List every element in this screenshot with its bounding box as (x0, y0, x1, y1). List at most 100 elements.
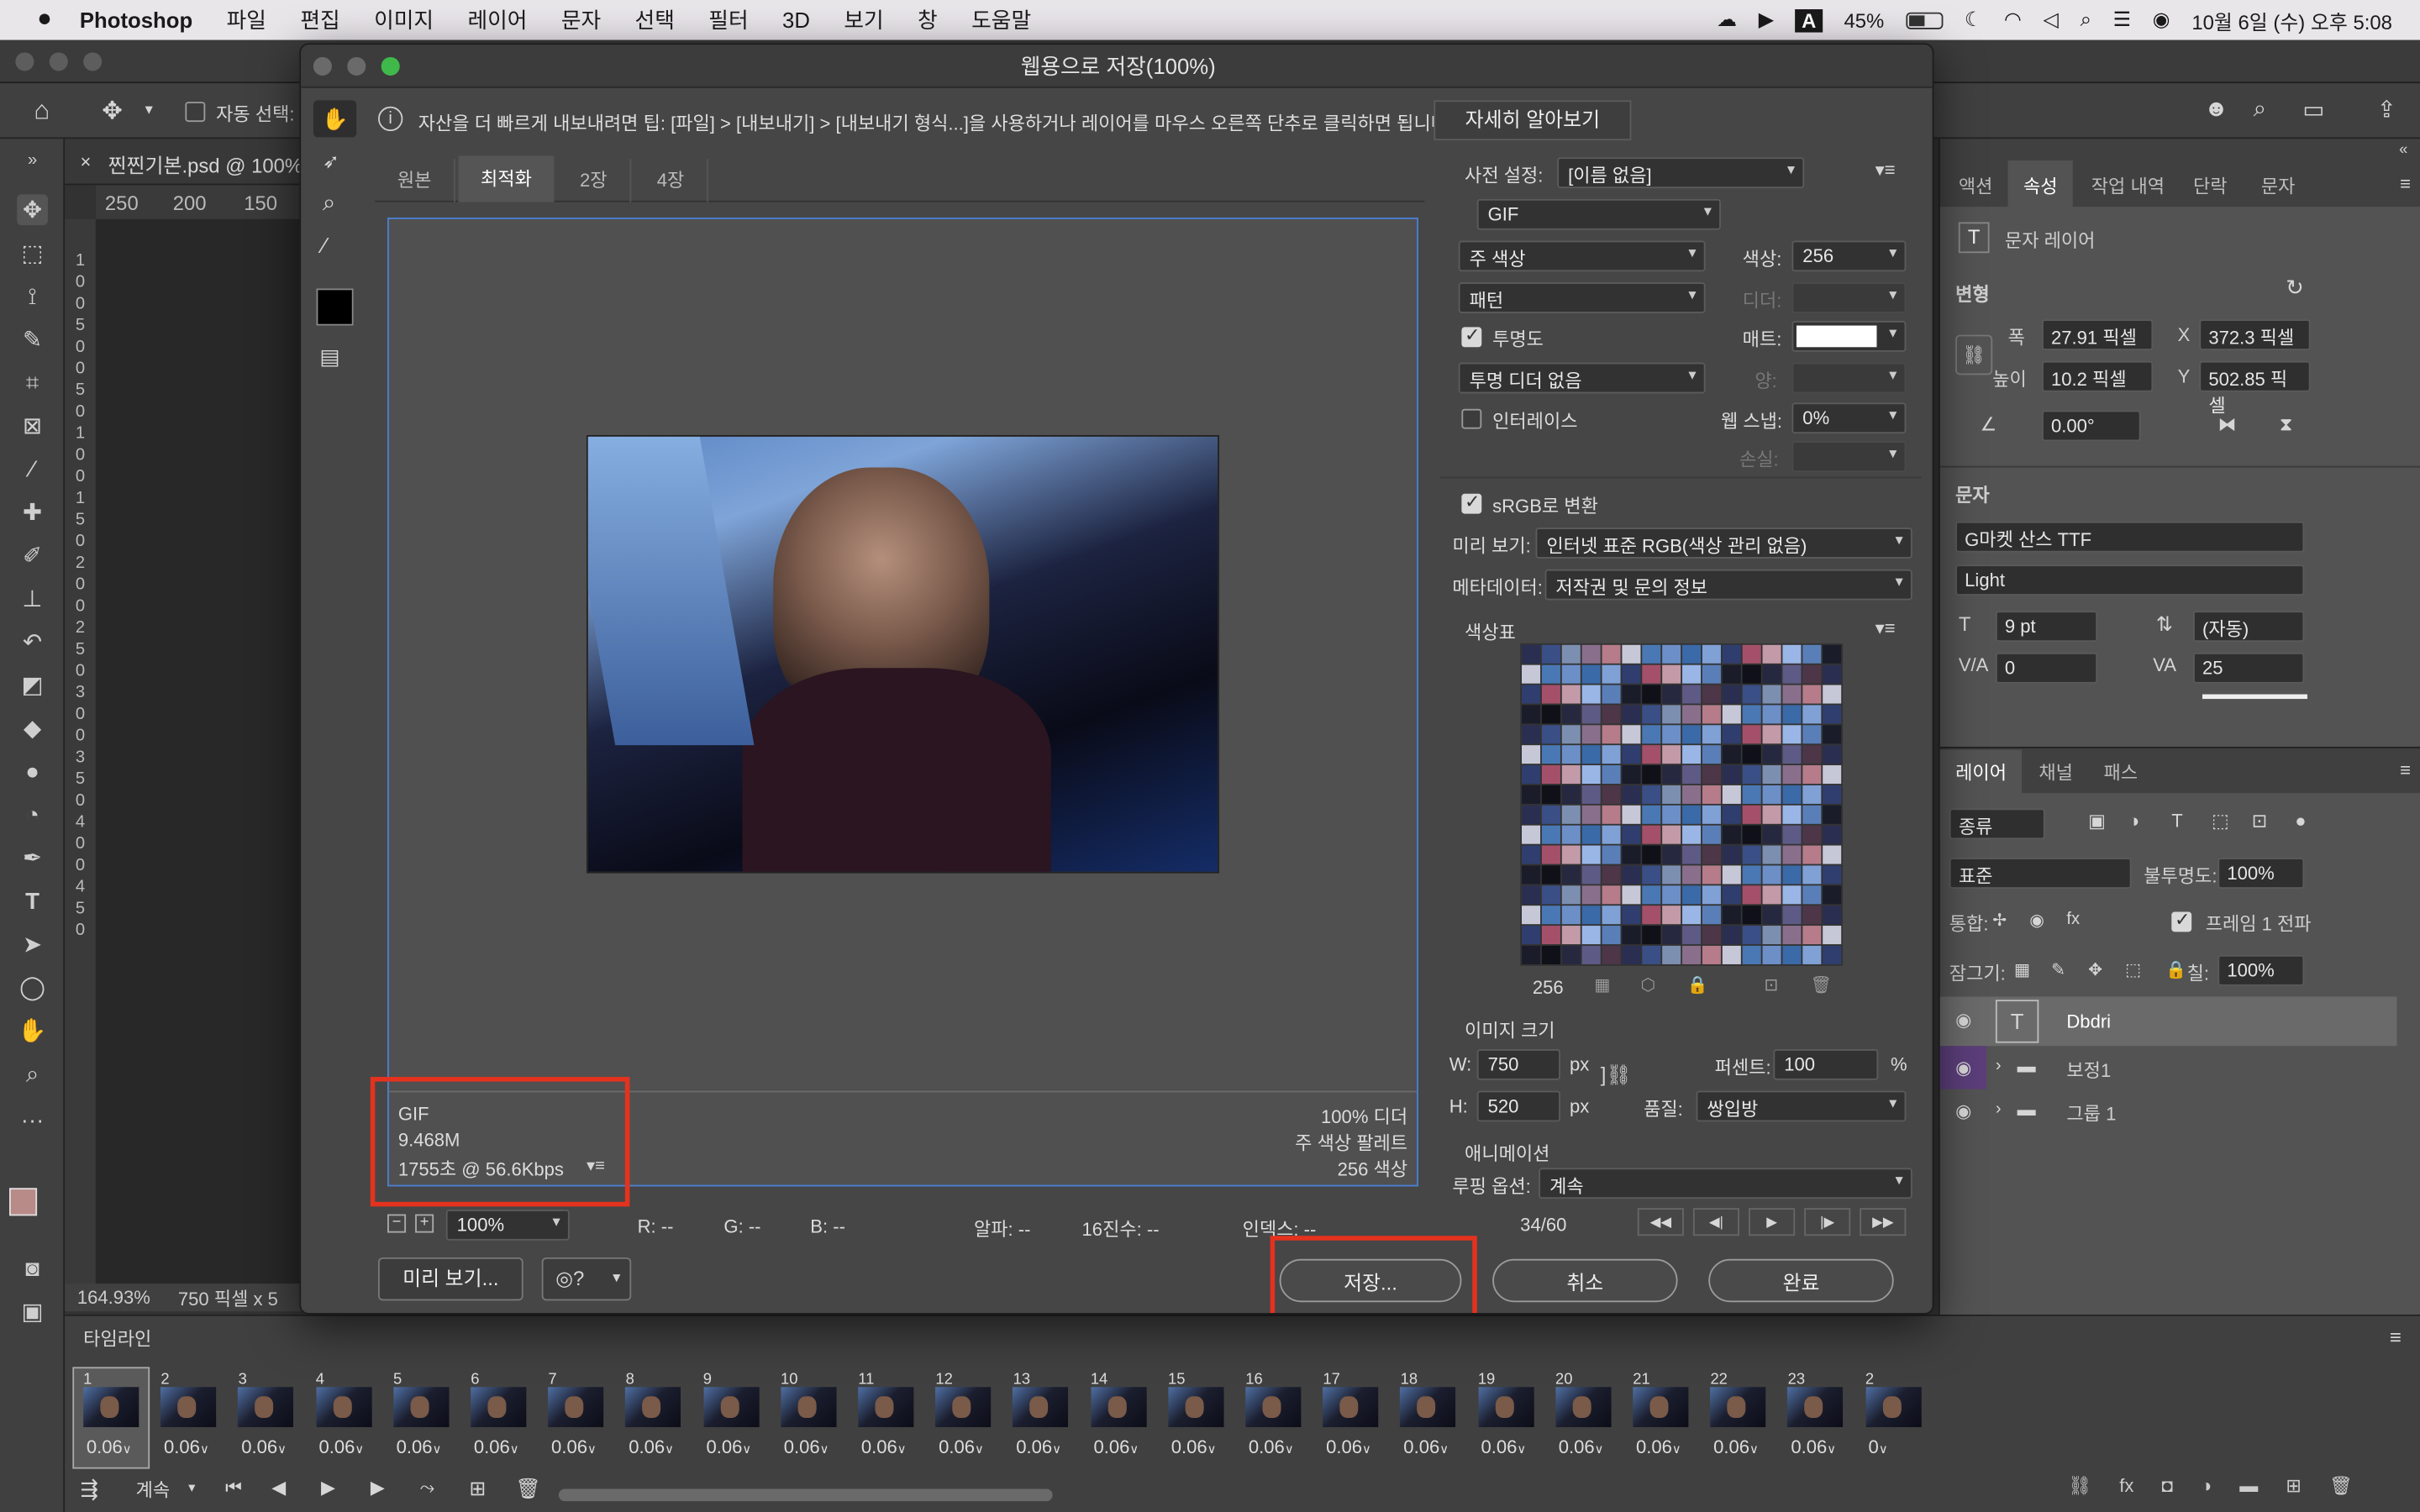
filter-shape-icon[interactable]: ⬚ (2212, 810, 2229, 832)
color-swatch[interactable] (1722, 805, 1741, 824)
duplicate-frame-icon[interactable]: ⊞ (469, 1477, 486, 1501)
color-swatch[interactable] (1722, 725, 1741, 744)
color-swatch[interactable] (1782, 926, 1802, 945)
layer-row[interactable]: ◉ › ▬ 보정1 (1939, 1046, 2397, 1089)
play-icon[interactable]: ▶ (321, 1477, 335, 1499)
color-swatch[interactable] (1602, 725, 1621, 744)
flip-horizontal-icon[interactable]: ⧓ (2217, 413, 2236, 435)
frame-delay[interactable]: 0.06∨ (241, 1436, 287, 1458)
frame-thumbnail[interactable] (315, 1387, 371, 1427)
expand-group-icon[interactable]: › (1996, 1057, 2002, 1075)
menu-layer[interactable]: 레이어 (467, 5, 527, 36)
timeline-frame[interactable]: 6 0.06∨ (461, 1368, 535, 1467)
colors-select[interactable]: 256 ▾ (1791, 240, 1907, 272)
eye-icon[interactable]: ◉ (1955, 1100, 1971, 1122)
lock-position-icon[interactable]: ✥ (2088, 959, 2102, 979)
character-section-title[interactable]: 문자 (1955, 481, 1990, 507)
metadata-select[interactable]: 저작권 및 문의 정보 ▾ (1544, 569, 1912, 601)
color-swatch[interactable] (1581, 664, 1601, 684)
color-swatch[interactable] (1823, 805, 1842, 824)
move-tool[interactable]: ✥ (17, 194, 48, 226)
link-icon[interactable]: ⛓ (1955, 334, 1993, 375)
lock-pixels-icon[interactable]: ▦ (2014, 959, 2030, 979)
color-swatch[interactable] (1742, 745, 1761, 764)
color-swatch[interactable] (1522, 845, 1541, 864)
frame-delay[interactable]: 0.06∨ (784, 1436, 829, 1458)
image-height-field[interactable]: 520 (1476, 1090, 1560, 1122)
color-swatch[interactable] (1602, 926, 1621, 945)
color-swatch[interactable] (1581, 825, 1601, 844)
color-swatch[interactable] (1642, 765, 1661, 785)
color-swatch[interactable] (1802, 825, 1822, 844)
last-frame-button[interactable]: ▶▶ (1860, 1208, 1907, 1236)
color-swatch[interactable] (1561, 785, 1581, 804)
color-swatch[interactable] (1561, 725, 1581, 744)
frame-delay[interactable]: 0.06∨ (1559, 1436, 1604, 1458)
filter-image-icon[interactable]: ▣ (2088, 810, 2106, 832)
stamp-tool[interactable]: ⊥ (17, 583, 48, 614)
color-swatch[interactable] (1541, 825, 1560, 844)
hand-tool-icon[interactable]: ✋ (313, 100, 357, 138)
color-swatch[interactable] (1522, 765, 1541, 785)
frame-delay[interactable]: 0.06∨ (474, 1436, 519, 1458)
color-swatch[interactable] (1722, 906, 1741, 925)
transform-section-title[interactable]: 변형 (1955, 281, 1990, 307)
blend-mode-select[interactable]: 표준 (1949, 858, 2132, 889)
color-swatch[interactable] (1682, 785, 1702, 804)
color-swatch[interactable] (1782, 945, 1802, 964)
color-swatch[interactable] (1561, 885, 1581, 905)
frame-thumbnail[interactable] (1245, 1387, 1302, 1427)
color-swatch[interactable] (1581, 865, 1601, 885)
color-swatch[interactable] (1522, 906, 1541, 925)
brush-tool[interactable]: ✐ (17, 540, 48, 571)
timeline-frame[interactable]: 2 0.06∨ (151, 1368, 225, 1467)
color-swatch[interactable] (1722, 926, 1741, 945)
first-frame-icon[interactable]: ⏮ (225, 1477, 242, 1500)
frame-thumbnail[interactable] (160, 1387, 217, 1427)
color-swatch[interactable] (1762, 805, 1781, 824)
timeline-frame[interactable]: 23 0.06∨ (1779, 1368, 1853, 1467)
color-swatch[interactable] (1762, 685, 1781, 704)
learn-more-button[interactable]: 자세히 알아보기 (1434, 100, 1632, 141)
color-swatch[interactable] (1823, 685, 1842, 704)
timeline-frame[interactable]: 7 0.06∨ (539, 1368, 613, 1467)
color-swatch[interactable] (1762, 644, 1781, 664)
color-swatch[interactable] (1782, 705, 1802, 724)
color-swatch[interactable] (1802, 765, 1822, 785)
color-swatch[interactable] (1561, 825, 1581, 844)
color-swatch[interactable] (1581, 906, 1601, 925)
color-swatch[interactable] (1802, 885, 1822, 905)
blur-tool[interactable]: ● (17, 756, 48, 787)
leading-field[interactable]: (자동) (2193, 611, 2305, 643)
color-swatch[interactable] (1782, 845, 1802, 864)
color-swatch[interactable] (1722, 745, 1741, 764)
color-swatch[interactable] (1742, 885, 1761, 905)
menu-file[interactable]: 파일 (227, 5, 266, 36)
color-swatch[interactable] (1541, 705, 1560, 724)
document-size-info[interactable]: 750 픽셀 x 5 (178, 1284, 278, 1310)
frame-thumbnail[interactable] (1090, 1387, 1146, 1427)
color-swatch[interactable] (1561, 865, 1581, 885)
matte-select[interactable]: ▾ (1791, 321, 1907, 352)
preset-select[interactable]: [이름 없음] ▾ (1557, 157, 1805, 189)
canvas-area[interactable] (95, 218, 313, 1284)
fx-icon[interactable]: fx (2119, 1475, 2133, 1497)
tab-paragraph[interactable]: 단락 (2193, 173, 2228, 199)
panel-menu-icon[interactable]: ≡ (2400, 173, 2411, 195)
frame-thumbnail[interactable] (1633, 1387, 1689, 1427)
play-icon[interactable]: ▶ (1759, 8, 1774, 32)
frame-thumbnail[interactable] (1865, 1387, 1921, 1427)
color-swatch[interactable] (1602, 945, 1621, 964)
color-swatch[interactable] (1682, 745, 1702, 764)
timeline-frame[interactable]: 22 0.06∨ (1701, 1368, 1775, 1467)
color-swatch[interactable] (1561, 644, 1581, 664)
frame-delay[interactable]: 0.06∨ (1016, 1436, 1061, 1458)
color-swatch[interactable] (1742, 685, 1761, 704)
frame-delay[interactable]: 0.06∨ (939, 1436, 984, 1458)
color-swatch[interactable] (1682, 926, 1702, 945)
color-swatch[interactable] (1762, 725, 1781, 744)
eraser-tool[interactable]: ◩ (17, 669, 48, 701)
dialog-zoom-button[interactable] (381, 56, 400, 76)
filter-toggle-icon[interactable]: ● (2295, 810, 2306, 832)
color-swatch[interactable] (1662, 745, 1681, 764)
